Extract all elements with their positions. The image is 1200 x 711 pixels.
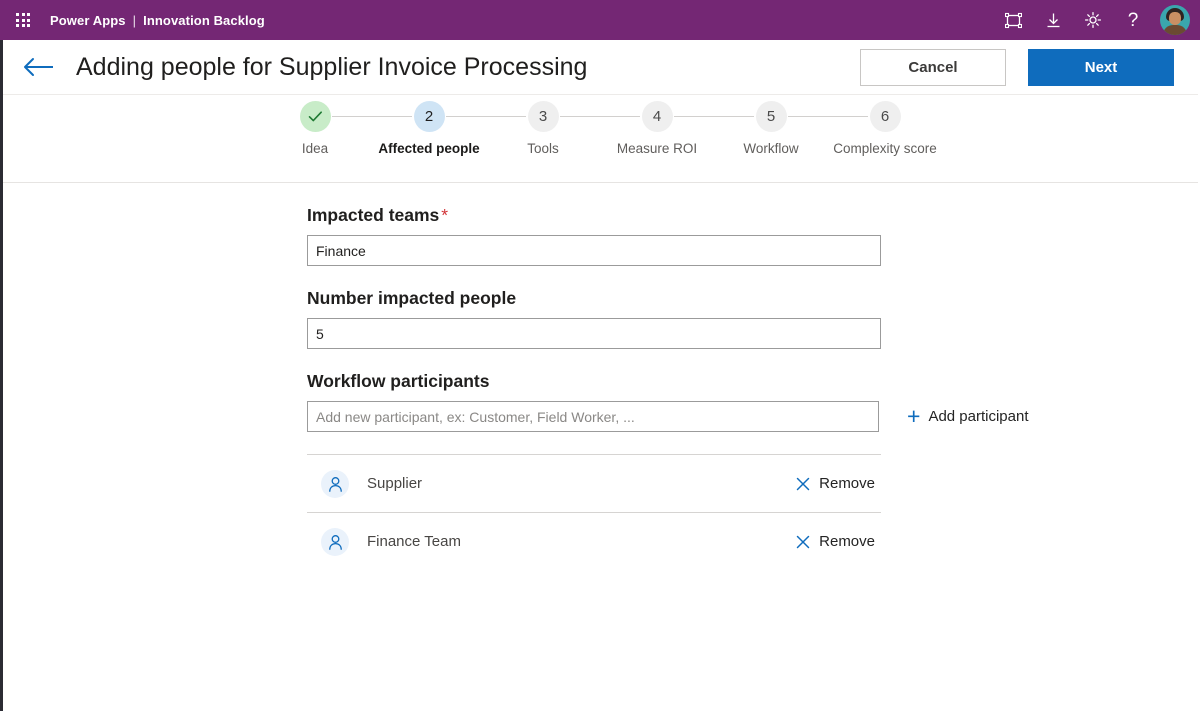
step-connector-left (600, 116, 640, 117)
step-circle-done (299, 100, 331, 132)
remove-label: Remove (819, 533, 875, 550)
required-asterisk: * (441, 205, 449, 225)
form-content: Impacted teams* Number impacted people W… (0, 183, 1200, 711)
table-row: Finance Team Remove (307, 512, 881, 570)
add-participant-button[interactable]: + Add participant (907, 405, 1029, 428)
step-circle-number: 5 (755, 100, 787, 132)
close-x-icon (795, 476, 811, 492)
step-connector-left (372, 116, 412, 117)
field-number-impacted-people: Number impacted people (307, 288, 881, 349)
step-label: Measure ROI (616, 141, 698, 156)
app-window: Power Apps | Innovation Backlog ? Adding… (0, 0, 1200, 711)
app-launcher-grid-icon[interactable] (8, 5, 38, 35)
waffle-dots (16, 13, 30, 27)
cancel-button[interactable]: Cancel (860, 48, 1006, 86)
participant-name: Finance Team (367, 533, 461, 550)
step-circle-number: 3 (527, 100, 559, 132)
avatar-face (1169, 12, 1181, 25)
field-impacted-teams: Impacted teams * (307, 205, 881, 266)
step-circle-row: 5 (714, 99, 828, 133)
step-workflow[interactable]: 5 Workflow (714, 99, 828, 158)
step-circle-number: 4 (641, 100, 673, 132)
step-label: Tools (527, 141, 559, 156)
participant-name: Supplier (367, 475, 423, 492)
step-tools[interactable]: 3 Tools (486, 99, 600, 158)
impacted-teams-input[interactable] (307, 235, 881, 266)
avatar-body (1163, 25, 1187, 35)
step-label: Idea (301, 141, 329, 156)
wizard-stepper: Idea 2 Affected people 3 Tools 4 Measure… (0, 95, 1200, 183)
new-participant-input[interactable] (307, 401, 879, 432)
step-measure-roi[interactable]: 4 Measure ROI (600, 99, 714, 158)
help-glyph: ? (1127, 9, 1139, 31)
step-connector-right (560, 116, 600, 117)
number-impacted-people-label: Number impacted people (307, 288, 517, 308)
step-circle-row: 3 (486, 99, 600, 133)
affected-people-form: Impacted teams* Number impacted people W… (307, 205, 1029, 432)
step-idea[interactable]: Idea (258, 99, 372, 158)
plus-icon: + (907, 403, 921, 429)
step-circle-number: 6 (869, 100, 901, 132)
step-circle-row (258, 99, 372, 133)
step-complexity-score[interactable]: 6 Complexity score (828, 99, 942, 158)
add-participant-label: Add participant (928, 408, 1029, 425)
back-arrow-icon[interactable] (22, 47, 64, 87)
number-impacted-people-input[interactable] (307, 318, 881, 349)
help-icon[interactable]: ? (1114, 3, 1152, 37)
step-label: Complexity score (833, 141, 937, 156)
stepper-track: Idea 2 Affected people 3 Tools 4 Measure… (258, 99, 942, 182)
step-circle-row: 4 (600, 99, 714, 133)
step-affected-people[interactable]: 2 Affected people (372, 99, 486, 158)
step-circle-number: 2 (413, 100, 445, 132)
gear-icon[interactable] (1074, 3, 1112, 37)
app-name[interactable]: Power Apps (50, 13, 126, 28)
suite-header-bar: Power Apps | Innovation Backlog ? (0, 0, 1200, 40)
download-icon[interactable] (1034, 3, 1072, 37)
step-connector-right (446, 116, 486, 117)
table-row: Supplier Remove (307, 454, 881, 512)
workflow-participants-label: Workflow participants (307, 371, 490, 391)
step-circle-row: 2 (372, 99, 486, 133)
page-title: Adding people for Supplier Invoice Proce… (76, 52, 588, 81)
remove-participant-button[interactable]: Remove (795, 475, 875, 492)
remove-participant-button[interactable]: Remove (795, 533, 875, 550)
step-label: Affected people (378, 141, 480, 156)
step-connector-left (486, 116, 526, 117)
suite-branding: Power Apps | Innovation Backlog (50, 13, 265, 28)
fullscreen-icon[interactable] (994, 3, 1032, 37)
environment-name[interactable]: Innovation Backlog (143, 13, 265, 28)
avatar[interactable] (1160, 5, 1190, 35)
page-command-bar: Adding people for Supplier Invoice Proce… (0, 40, 1200, 95)
step-connector-right (674, 116, 714, 117)
step-label: Workflow (743, 141, 799, 156)
brand-separator: | (132, 12, 137, 28)
impacted-teams-label-text: Impacted teams (307, 205, 440, 225)
remove-label: Remove (819, 475, 875, 492)
step-connector-right (332, 116, 372, 117)
step-connector-right (788, 116, 828, 117)
window-left-edge (0, 40, 3, 711)
step-connector-left (828, 116, 868, 117)
add-participant-row: + Add participant (307, 401, 1029, 432)
field-workflow-participants: Workflow participants + Add participant (307, 371, 1029, 432)
step-connector-left (714, 116, 754, 117)
check-icon (308, 110, 322, 121)
close-x-icon (795, 534, 811, 550)
participants-list: Supplier Remove Finance Team Remove (307, 454, 881, 570)
person-icon (321, 469, 349, 498)
step-circle-row: 6 (828, 99, 942, 133)
person-icon (321, 527, 349, 556)
suite-actions: ? (994, 3, 1190, 37)
impacted-teams-label: Impacted teams * (307, 205, 881, 226)
next-button[interactable]: Next (1028, 48, 1174, 86)
